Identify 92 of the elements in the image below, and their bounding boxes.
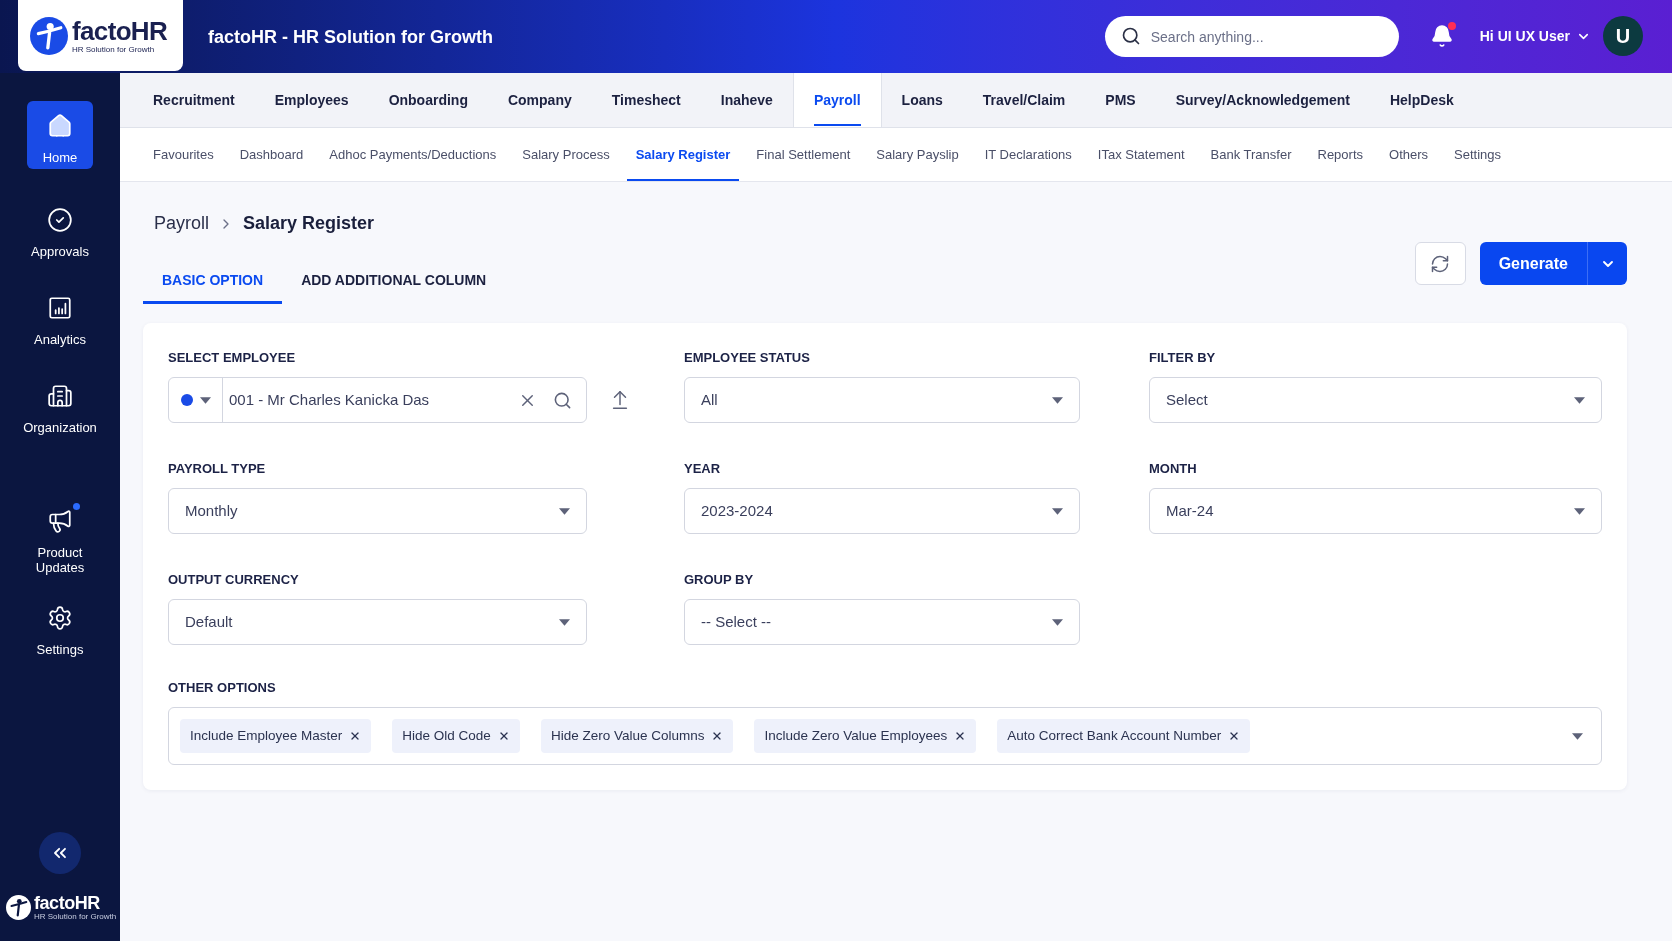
sub-tab[interactable]: ITax Statement bbox=[1088, 128, 1194, 181]
view-tab[interactable]: ADD ADDITIONAL COLUMN bbox=[282, 260, 506, 304]
brand-name: factoHR bbox=[34, 894, 101, 912]
select-field[interactable]: Select bbox=[1149, 377, 1602, 423]
person-logo-icon bbox=[30, 16, 68, 55]
module-tab[interactable]: Loans bbox=[881, 73, 963, 127]
check-circle-icon bbox=[47, 207, 73, 233]
caret-icon bbox=[1052, 618, 1063, 626]
sub-tab[interactable]: Salary Payslip bbox=[867, 128, 968, 181]
select-field[interactable]: Mar-24 bbox=[1149, 488, 1602, 534]
sub-tab[interactable]: IT Declarations bbox=[975, 128, 1081, 181]
select-field[interactable]: All bbox=[684, 377, 1080, 423]
refresh-icon bbox=[1430, 253, 1451, 274]
sidebar-item[interactable]: Approvals bbox=[27, 195, 93, 263]
module-tab[interactable]: HelpDesk bbox=[1369, 73, 1474, 127]
sidebar-item[interactable]: Organization bbox=[20, 371, 100, 439]
field-label: YEAR bbox=[684, 460, 722, 478]
multi-select-field[interactable]: Include Employee Master Hide Old Code Hide Zero Value Columns Include Zero Value Employees Auto Correct Bank Account Number bbox=[168, 707, 1602, 765]
field-label: PAYROLL TYPE bbox=[168, 460, 267, 478]
user-menu[interactable]: Hi UI UX User bbox=[1479, 26, 1591, 47]
bell-icon bbox=[1429, 24, 1454, 48]
module-tab[interactable]: Company bbox=[487, 73, 592, 127]
module-tab[interactable]: Recruitment bbox=[133, 73, 255, 127]
sub-tab[interactable]: Adhoc Payments/Deductions bbox=[320, 128, 506, 181]
field-label: FILTER BY bbox=[1149, 349, 1217, 367]
select-field[interactable]: Default bbox=[168, 599, 587, 645]
person-logo-icon bbox=[6, 895, 31, 920]
caret-icon bbox=[1574, 396, 1585, 404]
module-tab[interactable]: Survey/Acknowledgement bbox=[1155, 73, 1370, 127]
module-tab[interactable]: Timeshect bbox=[591, 73, 701, 127]
caret-icon bbox=[1052, 396, 1063, 404]
sidebar-item[interactable]: Settings bbox=[27, 593, 93, 661]
module-tab[interactable]: Payroll bbox=[792, 73, 882, 127]
option-label: Include Employee Master bbox=[190, 726, 343, 745]
bar-chart-icon bbox=[47, 295, 73, 321]
settings-icon bbox=[47, 605, 73, 631]
sub-tab[interactable]: Salary Process bbox=[513, 128, 619, 181]
collapse-button[interactable] bbox=[39, 832, 81, 874]
app-title: factoHR - HR Solution for Growth bbox=[208, 26, 493, 49]
field-label: MONTH bbox=[1149, 460, 1198, 478]
brand-tagline: HR Solution for Growth bbox=[34, 913, 117, 921]
sub-tab[interactable]: Favourites bbox=[144, 128, 223, 181]
select-field[interactable]: 2023-2024 bbox=[684, 488, 1080, 534]
sub-tab[interactable]: Salary Register bbox=[626, 128, 740, 181]
sub-tab[interactable]: Others bbox=[1380, 128, 1438, 181]
module-tab[interactable]: Travel/Claim bbox=[962, 73, 1086, 127]
sidebar-item[interactable]: Product Updates bbox=[17, 496, 103, 579]
option-label: Auto Correct Bank Account Number bbox=[1007, 726, 1222, 745]
module-tab[interactable]: Employees bbox=[254, 73, 369, 127]
field-label: GROUP BY bbox=[684, 571, 755, 589]
sidebar-item[interactable]: Home bbox=[27, 101, 93, 169]
option-label: Hide Old Code bbox=[402, 726, 491, 745]
megaphone-icon bbox=[47, 508, 73, 534]
user-avatar[interactable]: U bbox=[1603, 16, 1643, 56]
sub-tab[interactable]: Reports bbox=[1308, 128, 1373, 181]
select-field[interactable]: Monthly bbox=[168, 488, 587, 534]
select-field[interactable]: -- Select -- bbox=[684, 599, 1080, 645]
module-tab[interactable]: Onboarding bbox=[368, 73, 488, 127]
breadcrumb-link[interactable]: Payroll bbox=[154, 210, 210, 237]
caret-icon bbox=[559, 507, 570, 515]
sidebar-item[interactable]: Analytics bbox=[27, 283, 93, 351]
caret-icon bbox=[1572, 732, 1583, 740]
sub-tab[interactable]: Final Settlement bbox=[747, 128, 860, 181]
refresh-button[interactable] bbox=[1414, 242, 1466, 285]
field-label: SELECT EMPLOYEE bbox=[168, 349, 297, 367]
page-title: Salary Register bbox=[243, 212, 375, 235]
caret-icon bbox=[559, 618, 570, 626]
field-label: EMPLOYEE STATUS bbox=[684, 349, 811, 367]
search-field[interactable]: Search anything... bbox=[1104, 16, 1399, 57]
option-label: Hide Zero Value Columns bbox=[550, 726, 705, 745]
sub-tab[interactable]: Settings bbox=[1445, 128, 1511, 181]
field-label: OUTPUT CURRENCY bbox=[168, 571, 300, 589]
search-icon bbox=[1120, 26, 1141, 46]
home-icon bbox=[47, 113, 73, 139]
module-tab[interactable]: PMS bbox=[1085, 73, 1156, 127]
brand-name: factoHR bbox=[72, 17, 168, 44]
employee-field[interactable]: 001 - Mr Charles Kanicka Das bbox=[168, 377, 587, 423]
dropdown-button[interactable] bbox=[1587, 242, 1627, 285]
sub-tab[interactable]: Bank Transfer bbox=[1201, 128, 1301, 181]
building-icon bbox=[47, 383, 73, 409]
field-label: OTHER OPTIONS bbox=[168, 679, 277, 697]
view-tab[interactable]: BASIC OPTION bbox=[143, 260, 283, 304]
caret-icon bbox=[1052, 507, 1063, 515]
caret-icon bbox=[199, 396, 211, 404]
brand-tagline: HR Solution for Growth bbox=[72, 45, 156, 54]
status-dot-icon bbox=[180, 394, 193, 406]
caret-icon bbox=[1574, 507, 1585, 515]
sub-tab[interactable]: Dashboard bbox=[230, 128, 313, 181]
option-label: Include Zero Value Employees bbox=[764, 726, 948, 745]
generate-button[interactable]: Generate bbox=[1479, 242, 1587, 285]
search-icon[interactable] bbox=[553, 390, 572, 410]
module-tab[interactable]: Inaheve bbox=[700, 73, 793, 127]
